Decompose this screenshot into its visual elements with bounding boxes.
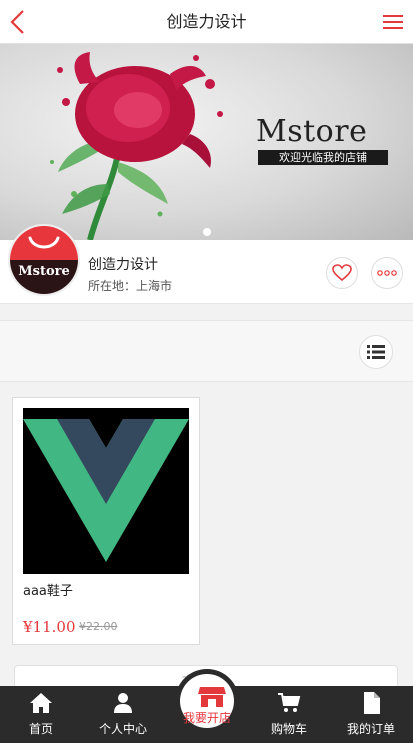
- banner-slogan: 欢迎光临我的店铺: [258, 150, 388, 165]
- cart-icon: [278, 693, 301, 712]
- nav-item-profile[interactable]: 个人中心: [82, 686, 164, 743]
- product-name[interactable]: aaa鞋子: [23, 580, 73, 599]
- shop-name: 创造力设计: [88, 257, 158, 273]
- open-store-label: 我要开店: [182, 711, 231, 725]
- view-toggle-button[interactable]: [359, 335, 393, 369]
- product-price: ¥11.00: [23, 618, 76, 636]
- product-card[interactable]: aaa鞋子 ¥11.00 ¥22.00: [12, 397, 200, 645]
- shopping-bag-icon: [28, 236, 60, 249]
- promo-banner[interactable]: Mstore 欢迎光临我的店铺: [0, 44, 413, 240]
- home-icon: [30, 693, 52, 713]
- hamburger-menu-icon[interactable]: [383, 13, 403, 31]
- open-store-button[interactable]: 我要开店: [175, 669, 239, 733]
- nav-label-orders: 我的订单: [346, 722, 395, 736]
- carousel-dot-active[interactable]: [202, 228, 211, 236]
- product-toolbar: [0, 320, 413, 382]
- vue-logo-image: [23, 419, 189, 562]
- nav-label-profile: 个人中心: [98, 722, 147, 736]
- nav-item-home[interactable]: 首页: [0, 686, 82, 743]
- nav-item-orders[interactable]: 我的订单: [330, 686, 412, 743]
- heart-icon: [332, 264, 352, 282]
- nav-label-cart: 购物车: [270, 722, 307, 736]
- top-header: 创造力设计: [0, 0, 413, 44]
- more-dots-icon: [377, 270, 397, 276]
- shop-info: Mstore 创造力设计 所在地：上海市: [0, 224, 413, 304]
- document-icon: [364, 692, 380, 714]
- product-image[interactable]: [23, 408, 189, 574]
- banner-brand: Mstore: [256, 114, 368, 149]
- list-view-icon: [367, 345, 385, 359]
- product-old-price: ¥22.00: [79, 620, 118, 633]
- nav-item-cart[interactable]: 购物车: [248, 686, 330, 743]
- page-title: 创造力设计: [166, 12, 247, 31]
- more-button[interactable]: [371, 257, 403, 289]
- user-icon: [114, 693, 132, 713]
- nav-label-home: 首页: [28, 722, 53, 736]
- store-icon: [198, 687, 226, 707]
- shop-logo-text: Mstore: [18, 264, 70, 279]
- favorite-button[interactable]: [326, 257, 358, 289]
- shop-location: 所在地：上海市: [88, 279, 173, 293]
- shop-logo: Mstore: [8, 224, 80, 296]
